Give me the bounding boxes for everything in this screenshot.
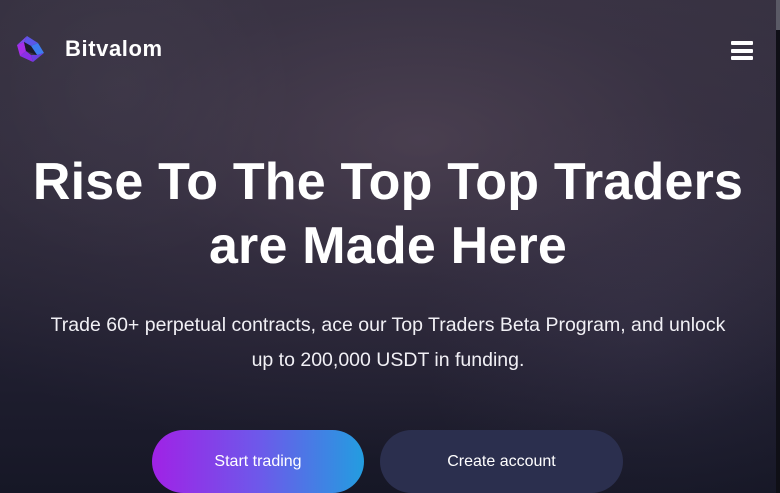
hero-title-line-1: Rise To The Top Top Traders [32, 153, 744, 211]
bitvalom-logo-icon [17, 36, 44, 62]
create-account-button[interactable]: Create account [380, 430, 623, 493]
page-scrollbar[interactable] [776, 0, 780, 493]
top-navbar: Bitvalom [0, 0, 776, 100]
hero-subtitle: Trade 60+ perpetual contracts, ace our T… [0, 308, 776, 378]
scrollbar-thumb[interactable] [776, 0, 780, 30]
menu-bar [731, 56, 753, 60]
start-trading-button[interactable]: Start trading [152, 430, 364, 493]
menu-bar [731, 48, 753, 53]
hero-title-line-2: are Made Here [208, 217, 568, 275]
brand-name: Bitvalom [65, 36, 163, 61]
hero-title: Rise To The Top Top Traders are Made Her… [0, 150, 776, 278]
hamburger-menu-icon[interactable] [731, 41, 753, 60]
hero-subtitle-line-1: Trade 60+ perpetual contracts, ace our T… [50, 314, 726, 336]
hero-subtitle-line-2: up to 200,000 USDT in funding. [251, 349, 525, 371]
brand-home-link[interactable]: Bitvalom [15, 33, 163, 65]
menu-bar [731, 41, 753, 45]
